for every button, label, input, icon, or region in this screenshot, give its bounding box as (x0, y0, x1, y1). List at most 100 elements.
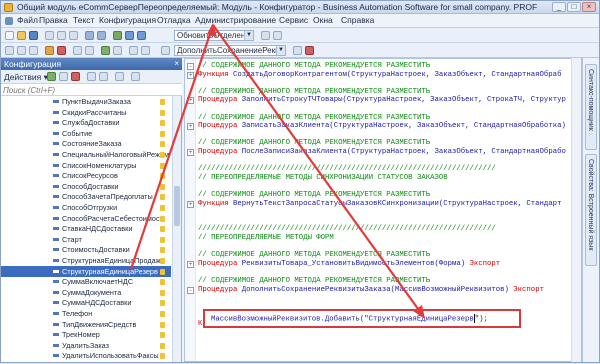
edit-icon[interactable] (59, 72, 68, 81)
lock-icon (160, 173, 165, 180)
tree-scrollbar[interactable] (172, 96, 181, 362)
menu-edit[interactable]: Правка (39, 15, 68, 25)
code-close: "); (474, 315, 488, 324)
wizard-icon[interactable] (293, 46, 302, 55)
indent-icon[interactable] (5, 46, 14, 55)
lock-icon (160, 268, 165, 275)
lock-icon (160, 194, 165, 201)
lock-icon (160, 342, 165, 349)
code-method: .Добавить( (320, 315, 365, 324)
attribute-icon (53, 259, 59, 262)
attribute-icon (53, 216, 59, 220)
attribute-icon (53, 110, 59, 114)
panel-close-icon[interactable]: × (174, 58, 179, 70)
configurator-window: Общий модуль еCommСерверПереопределяемый… (0, 0, 600, 363)
tab-syntax-helper[interactable]: Синтакс-помощник (585, 64, 597, 150)
title-bar: Общий модуль еCommСерверПереопределяемый… (1, 1, 599, 14)
step-icon[interactable] (113, 46, 122, 55)
breakpoint-icon[interactable] (57, 46, 66, 55)
menu-help[interactable]: Справка (341, 15, 374, 25)
lock-icon (160, 120, 165, 127)
redo-icon[interactable] (97, 31, 106, 40)
attribute-icon (53, 290, 59, 294)
attribute-icon (53, 131, 59, 135)
menu-service[interactable]: Сервис (279, 15, 308, 25)
panel-header: Конфигурация × (1, 58, 182, 70)
format-icon[interactable] (161, 46, 170, 55)
properties-icon[interactable] (131, 72, 140, 81)
menu-windows[interactable]: Окна (313, 15, 333, 25)
open-icon[interactable] (17, 31, 26, 40)
actions-menu[interactable]: Действия ▾ (4, 72, 48, 83)
filter-icon[interactable] (115, 72, 124, 81)
remove-icon[interactable] (71, 72, 80, 81)
menu-file[interactable]: Файл (17, 15, 38, 25)
attribute-icon (53, 301, 59, 305)
forward-icon[interactable] (137, 31, 146, 40)
delete-icon[interactable] (305, 46, 314, 55)
proc-list-icon[interactable] (129, 46, 138, 55)
method-combo-value: ДополнитьСохранениеРекви (177, 46, 284, 55)
editor-scrollbar[interactable] (571, 58, 581, 362)
attribute-icon (53, 333, 59, 337)
lock-icon (160, 215, 165, 222)
add-icon[interactable] (47, 72, 56, 81)
lock-icon (160, 99, 165, 105)
replace-icon[interactable] (273, 31, 282, 40)
find-icon[interactable] (261, 31, 270, 40)
attribute-icon (53, 153, 59, 156)
module-icon[interactable] (85, 46, 94, 55)
menu-debug[interactable]: Отладка (157, 15, 191, 25)
minimize-button[interactable]: _ (552, 2, 566, 12)
procedure-combo[interactable]: ОбновитьОтделения ▼ (174, 30, 254, 41)
save-icon[interactable] (29, 31, 38, 40)
attribute-icon (53, 184, 59, 188)
lock-icon (160, 183, 165, 190)
lock-icon (160, 300, 165, 307)
tab-properties[interactable]: Свойства: Встроенный язык (585, 154, 597, 266)
lock-icon (160, 226, 165, 233)
attribute-icon (53, 142, 59, 146)
move-down-icon[interactable] (99, 72, 108, 81)
comment-icon[interactable] (29, 46, 38, 55)
app-icon (4, 3, 13, 12)
method-combo[interactable]: ДополнитьСохранениеРекви ▼ (174, 45, 286, 56)
window-title: Общий модуль еCommСерверПереопределяемый… (17, 2, 538, 12)
attribute-icon (53, 227, 59, 231)
code-string: "СтруктурнаяЕдиницаРезерв (364, 315, 474, 324)
scrollbar-thumb[interactable] (174, 186, 180, 226)
lock-icon (160, 311, 165, 317)
lock-icon (160, 289, 165, 296)
highlighted-code-line[interactable]: МассивВозможныйРеквизитов.Добавить("Стру… (203, 309, 521, 328)
chevron-down-icon[interactable]: ▼ (244, 31, 253, 40)
menu-configuration[interactable]: Конфигурация (99, 15, 156, 25)
procedure-combo-value: ОбновитьОтделения (177, 31, 254, 40)
back-icon[interactable] (125, 31, 134, 40)
menu-icon (5, 17, 13, 25)
attribute-icon (53, 269, 59, 273)
bookmark-icon[interactable] (45, 46, 54, 55)
paste-icon[interactable] (69, 31, 78, 40)
syntax-check-icon[interactable] (73, 46, 82, 55)
new-icon[interactable] (5, 31, 14, 40)
menu-text[interactable]: Текст (73, 15, 94, 25)
copy-icon[interactable] (57, 31, 66, 40)
cut-icon[interactable] (45, 31, 54, 40)
lock-icon (160, 130, 165, 137)
menu-administration[interactable]: Администрирование (195, 15, 276, 25)
search-input[interactable] (3, 85, 167, 95)
outdent-icon[interactable] (17, 46, 26, 55)
run-icon[interactable] (101, 46, 110, 55)
maximize-button[interactable]: □ (567, 2, 581, 12)
goto-icon[interactable] (141, 46, 150, 55)
close-button[interactable]: × (582, 2, 596, 12)
tree-item-label: УдалитьИспользоватьФаксы (62, 351, 159, 361)
chevron-down-icon[interactable]: ▼ (276, 46, 285, 55)
attribute-icon (53, 195, 59, 199)
undo-icon[interactable] (85, 31, 94, 40)
search-icon[interactable] (113, 31, 122, 40)
highlighted-code-text: МассивВозможныйРеквизитов.Добавить("Стру… (211, 314, 488, 323)
tree-item[interactable]: УдалитьИспользоватьФаксы (1, 350, 171, 362)
attribute-icon (53, 312, 59, 315)
move-up-icon[interactable] (87, 72, 96, 81)
